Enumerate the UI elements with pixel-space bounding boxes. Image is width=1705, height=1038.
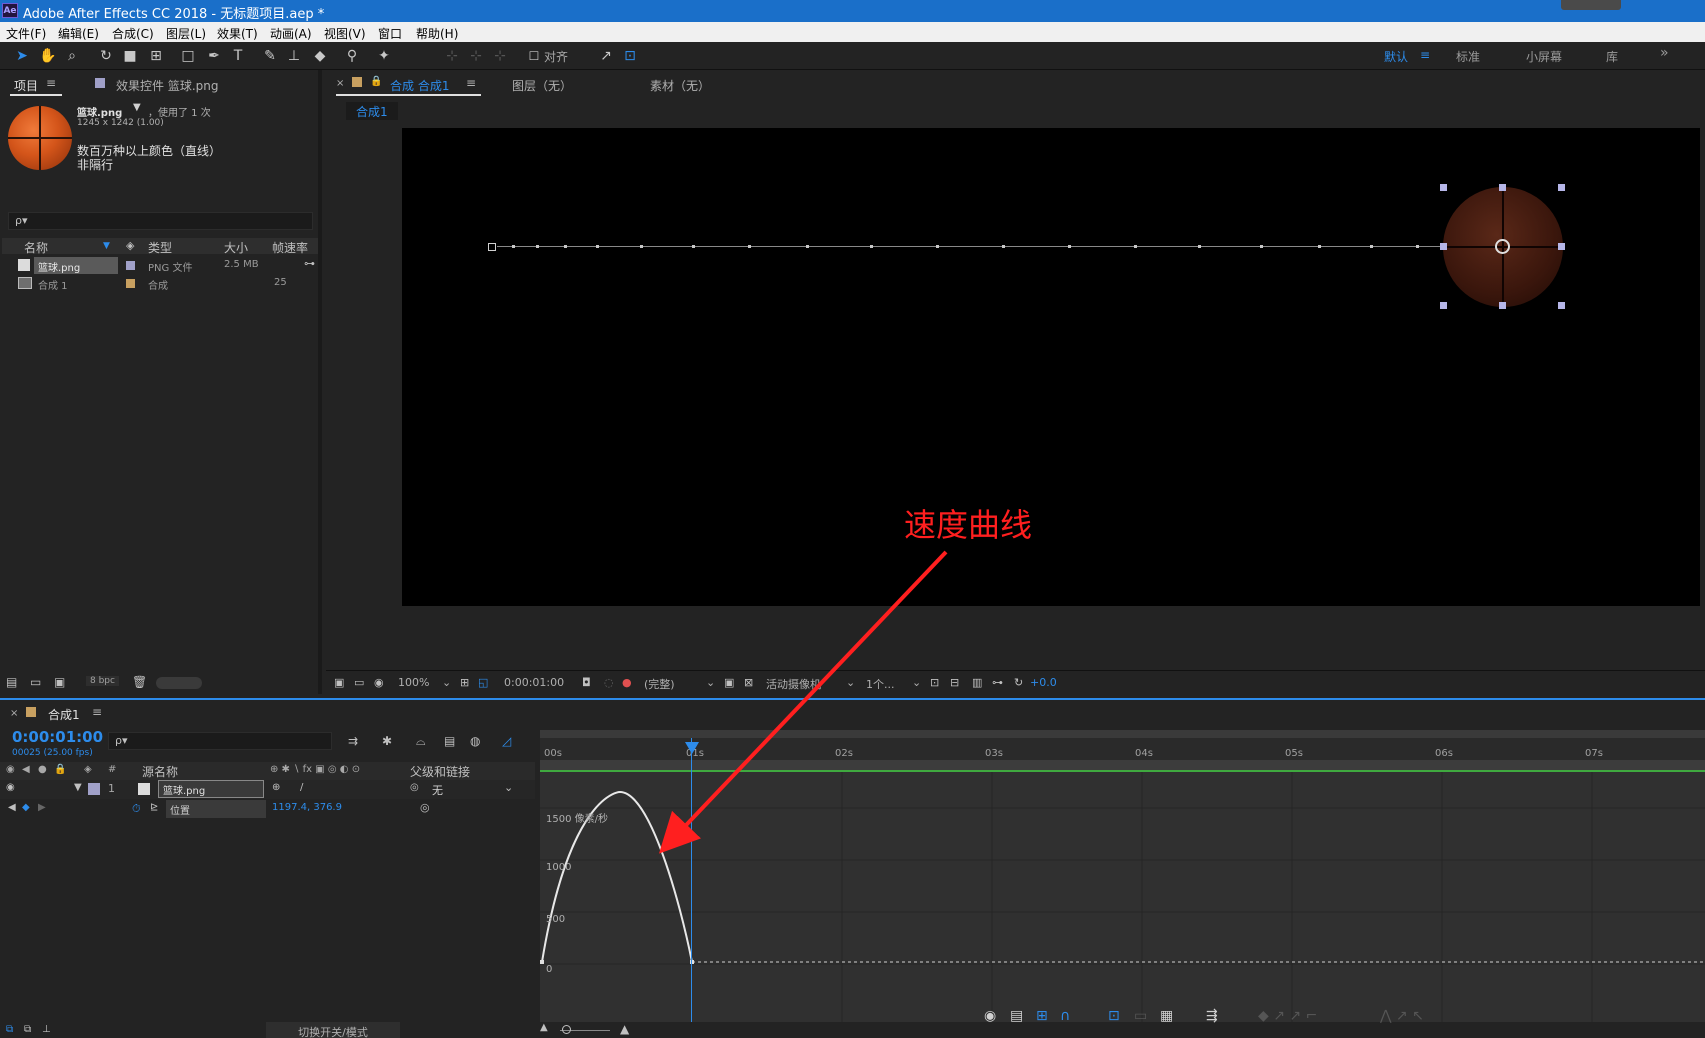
annotation-arrow — [658, 550, 948, 854]
annotation-arrow-svg — [658, 550, 948, 854]
